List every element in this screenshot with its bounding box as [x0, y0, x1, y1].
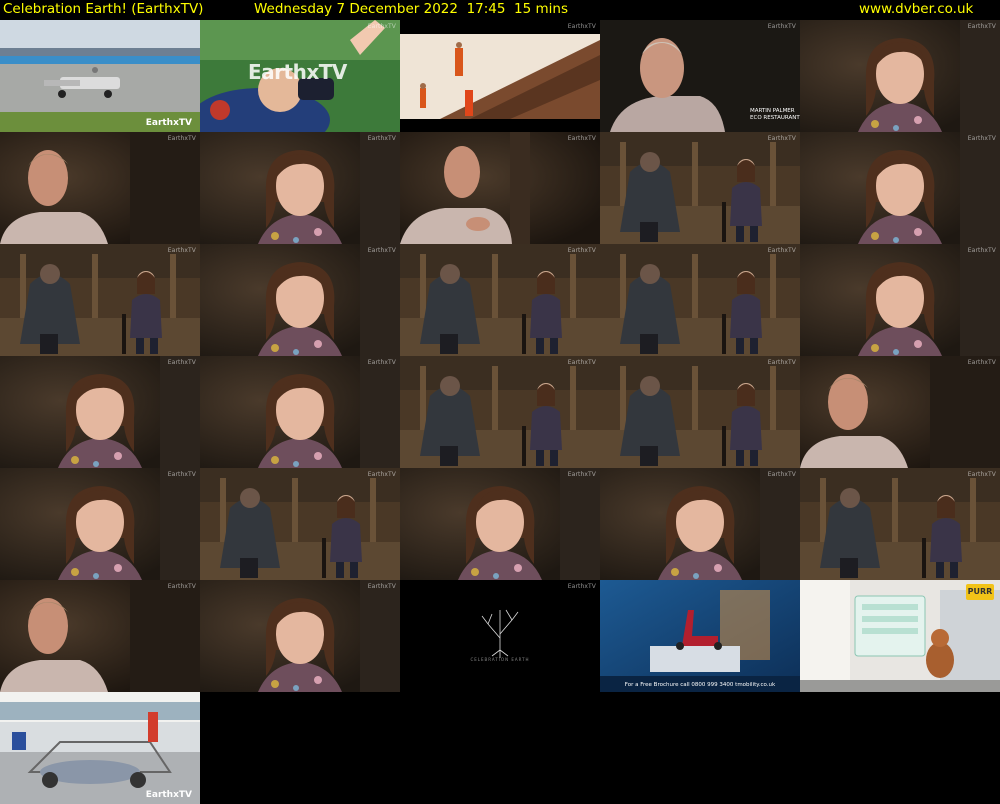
channel-logo: EarthxTV	[567, 359, 596, 366]
frame-woman-interview	[200, 580, 400, 692]
thumbnail-22[interactable]: EarthxTV	[200, 468, 400, 580]
frame-woman-interview	[800, 244, 1000, 356]
frame-woman-interview	[800, 20, 1000, 132]
thumbnail-14[interactable]: EarthxTV	[600, 244, 800, 356]
brand-badge: PURR	[966, 584, 994, 600]
channel-logo: EarthxTV	[367, 135, 396, 142]
channel-logo: EarthxTV	[767, 471, 796, 478]
frame-mobility-scooter-ad	[600, 580, 800, 692]
channel-logo: EarthxTV	[767, 135, 796, 142]
thumbnail-23[interactable]: EarthxTV	[400, 468, 600, 580]
frame-older-man-closeup	[800, 356, 1000, 468]
frame-two-seated-wide	[400, 244, 600, 356]
thumbnail-10[interactable]: EarthxTV	[800, 132, 1000, 244]
thumbnail-2[interactable]: EarthxTV EarthxTV	[200, 20, 400, 132]
channel-logo: EarthxTV	[367, 583, 396, 590]
frame-solar-car-race	[0, 20, 200, 132]
frame-woman-interview	[600, 468, 800, 580]
frame-older-man-closeup	[0, 132, 200, 244]
thumbnail-28[interactable]: EarthxTV CELEBRATION EARTH	[400, 580, 600, 692]
tree-logo-caption: CELEBRATION EARTH	[470, 657, 530, 662]
frame-monks-thatched-roof	[400, 20, 600, 132]
channel-logo: EarthxTV	[767, 247, 796, 254]
channel-logo: EarthxTV	[967, 135, 996, 142]
header-bar: Celebration Earth! (EarthxTV) Wednesday …	[0, 0, 1000, 20]
ad-phone-text: For a Free Brochure call 0800 999 3400 t…	[624, 682, 776, 688]
frame-two-seated-wide	[600, 132, 800, 244]
thumbnail-20[interactable]: EarthxTV	[800, 356, 1000, 468]
thumbnail-grid: EarthxTV EarthxTV EarthxTV EarthxTV EarthxTV…	[0, 20, 1000, 804]
channel-logo: EarthxTV	[145, 118, 192, 128]
channel-logo-overlay: EarthxTV	[248, 60, 347, 84]
thumbnail-29[interactable]: For a Free Brochure call 0800 999 3400 t…	[600, 580, 800, 692]
frame-two-seated-wide	[600, 244, 800, 356]
channel-logo: EarthxTV	[767, 23, 796, 30]
thumbnail-30[interactable]: PURR	[800, 580, 1000, 692]
site-link[interactable]: www.dvber.co.uk	[859, 1, 973, 18]
broadcast-datetime: Wednesday 7 December 2022 17:45 15 mins	[254, 1, 569, 17]
channel-logo: EarthxTV	[367, 247, 396, 254]
frame-older-man-closeup	[0, 580, 200, 692]
frame-older-man-gesturing	[400, 132, 600, 244]
channel-logo: EarthxTV	[567, 135, 596, 142]
thumbnail-4[interactable]: EarthxTV MARTIN PALMER ECO RESTAURANT	[600, 20, 800, 132]
channel-logo: EarthxTV	[167, 583, 196, 590]
frame-two-seated-wide	[600, 356, 800, 468]
channel-logo: EarthxTV	[167, 247, 196, 254]
thumbnail-16[interactable]: EarthxTV	[0, 356, 200, 468]
thumbnail-12[interactable]: EarthxTV	[200, 244, 400, 356]
channel-logo: EarthxTV	[767, 359, 796, 366]
channel-logo: EarthxTV	[567, 583, 596, 590]
programme-title: Celebration Earth! (EarthxTV)	[3, 1, 204, 17]
frame-workshop-car	[0, 692, 200, 804]
thumbnail-3[interactable]: EarthxTV	[400, 20, 600, 132]
thumbnail-1[interactable]: EarthxTV	[0, 20, 200, 132]
channel-logo: EarthxTV	[167, 135, 196, 142]
thumbnail-19[interactable]: EarthxTV	[600, 356, 800, 468]
frame-woman-interview	[0, 356, 200, 468]
frame-two-seated-wide	[0, 244, 200, 356]
frame-woman-interview	[400, 468, 600, 580]
frame-tree-logo	[400, 580, 600, 692]
lower-third-role: ECO RESTAURANT	[750, 115, 800, 121]
thumbnail-15[interactable]: EarthxTV	[800, 244, 1000, 356]
channel-logo: EarthxTV	[567, 23, 596, 30]
thumbnail-8[interactable]: EarthxTV	[400, 132, 600, 244]
channel-logo: EarthxTV	[145, 790, 192, 800]
frame-two-seated-wide	[200, 468, 400, 580]
lower-third-name: MARTIN PALMER	[750, 108, 795, 114]
thumbnail-24[interactable]: EarthxTV	[600, 468, 800, 580]
thumbnail-17[interactable]: EarthxTV	[200, 356, 400, 468]
thumbnail-31[interactable]: EarthxTV	[0, 692, 200, 804]
channel-logo: EarthxTV	[367, 23, 396, 30]
channel-logo: EarthxTV	[567, 471, 596, 478]
channel-logo: EarthxTV	[167, 359, 196, 366]
thumbnail-26[interactable]: EarthxTV	[0, 580, 200, 692]
thumbnail-25[interactable]: EarthxTV	[800, 468, 1000, 580]
thumbnail-7[interactable]: EarthxTV	[200, 132, 400, 244]
frame-woman-interview	[0, 468, 200, 580]
channel-logo: EarthxTV	[367, 471, 396, 478]
thumbnail-27[interactable]: EarthxTV	[200, 580, 400, 692]
frame-two-seated-wide	[800, 468, 1000, 580]
frame-woman-interview	[200, 356, 400, 468]
thumbnail-11[interactable]: EarthxTV	[0, 244, 200, 356]
thumbnail-18[interactable]: EarthxTV	[400, 356, 600, 468]
channel-logo: EarthxTV	[367, 359, 396, 366]
frame-woman-interview	[200, 132, 400, 244]
frame-woman-interview	[200, 244, 400, 356]
thumbnail-13[interactable]: EarthxTV	[400, 244, 600, 356]
channel-logo: EarthxTV	[967, 23, 996, 30]
channel-logo: EarthxTV	[967, 471, 996, 478]
thumbnail-5[interactable]: EarthxTV	[800, 20, 1000, 132]
channel-logo: EarthxTV	[167, 471, 196, 478]
channel-logo: EarthxTV	[967, 359, 996, 366]
thumbnail-6[interactable]: EarthxTV	[0, 132, 200, 244]
frame-two-seated-wide	[400, 356, 600, 468]
frame-woman-interview	[800, 132, 1000, 244]
thumbnail-21[interactable]: EarthxTV	[0, 468, 200, 580]
channel-logo: EarthxTV	[967, 247, 996, 254]
thumbnail-9[interactable]: EarthxTV	[600, 132, 800, 244]
channel-logo: EarthxTV	[567, 247, 596, 254]
